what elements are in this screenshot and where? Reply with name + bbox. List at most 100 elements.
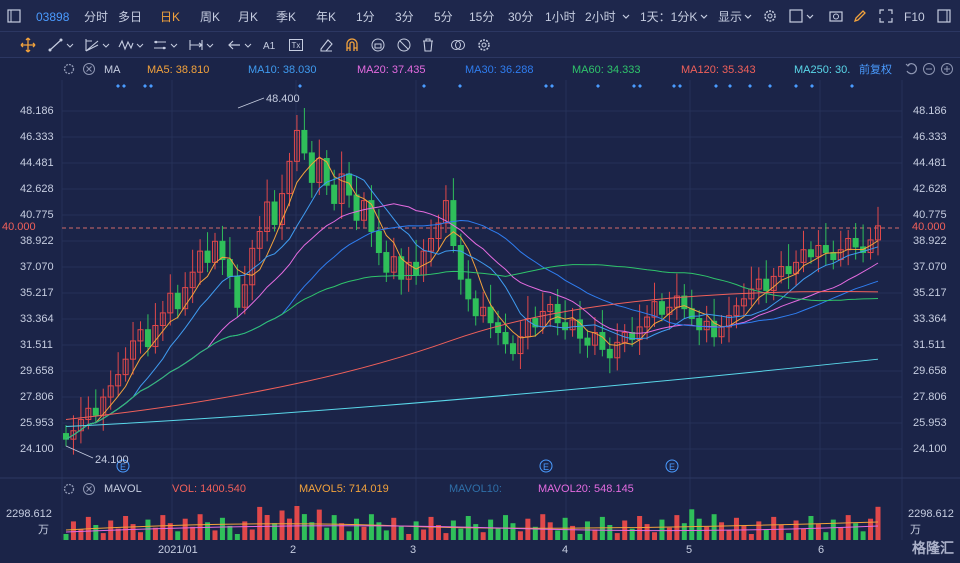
- volume-bar: [63, 534, 69, 540]
- signal-dot: [422, 84, 426, 88]
- y-tick-label: 48.186: [913, 105, 947, 117]
- y-tick-label: 37.070: [913, 261, 947, 273]
- signal-dot: [298, 84, 302, 88]
- volume-bar: [763, 529, 769, 540]
- volume-bar: [793, 520, 799, 540]
- volume-bar: [428, 516, 434, 540]
- y-tick-label: 27.806: [913, 391, 947, 403]
- candle-body: [606, 348, 613, 359]
- volume-bar: [294, 506, 300, 540]
- mavol10-value: MAVOL10:: [449, 483, 502, 495]
- current-price-right: 40.000: [912, 221, 946, 233]
- y-tick-label: 29.658: [20, 365, 54, 377]
- candle-body: [174, 292, 181, 310]
- candle-body: [785, 266, 792, 275]
- signal-dot: [850, 84, 854, 88]
- volume-bar: [614, 533, 620, 540]
- candle-body: [234, 275, 241, 308]
- candle-body: [346, 173, 353, 196]
- candle-body: [465, 278, 472, 300]
- volume-bar: [860, 531, 866, 540]
- candle-body: [852, 238, 859, 248]
- volume-bar: [413, 521, 419, 540]
- signal-dot: [714, 84, 718, 88]
- volume-bar: [786, 533, 792, 540]
- candle-body: [658, 301, 665, 315]
- volume-bar: [391, 517, 397, 540]
- candle-body: [509, 343, 516, 355]
- candle-body: [763, 278, 770, 291]
- signal-dot: [678, 84, 682, 88]
- y-tick-label: 38.922: [20, 235, 54, 247]
- candle-body: [331, 184, 338, 204]
- candle-body: [204, 250, 211, 263]
- x-label-may: 5: [686, 544, 693, 556]
- volume-bar: [726, 530, 732, 540]
- volume-bar: [70, 521, 76, 540]
- vol-tick-left: 2298.612: [6, 508, 52, 520]
- volume-bar: [823, 532, 829, 540]
- volume-bar: [875, 506, 881, 540]
- y-tick-label: 33.364: [20, 313, 54, 325]
- signal-dot: [122, 84, 126, 88]
- signal-dot: [149, 84, 153, 88]
- volume-bar: [652, 532, 658, 540]
- y-tick-label: 29.658: [913, 365, 947, 377]
- candle-body: [807, 249, 814, 258]
- volume-bar: [182, 518, 188, 540]
- candlestick-chart[interactable]: EEE: [0, 0, 960, 563]
- volume-bar: [577, 534, 583, 540]
- candle-body: [226, 259, 233, 277]
- volume-bar: [801, 528, 807, 540]
- volume-bar: [547, 522, 553, 540]
- volume-bar: [607, 525, 613, 540]
- volume-bar: [219, 517, 225, 540]
- volume-bar: [696, 518, 702, 540]
- candle-body: [584, 337, 591, 346]
- volume-bar: [324, 527, 330, 540]
- volume-bar: [346, 531, 352, 540]
- candle-body: [696, 317, 703, 331]
- y-tick-label: 24.100: [20, 443, 54, 455]
- vol-close-icon[interactable]: [82, 482, 96, 496]
- mavol20-line: [65, 525, 879, 533]
- volume-bar: [592, 529, 598, 540]
- volume-bar: [100, 533, 106, 540]
- signal-dot: [143, 84, 147, 88]
- volume-bar: [674, 515, 680, 540]
- candle-body: [502, 332, 509, 345]
- signal-dot: [672, 84, 676, 88]
- vol-settings-icon[interactable]: [62, 482, 76, 496]
- ma250-line: [65, 358, 879, 428]
- volume-bar: [644, 524, 650, 540]
- mavol5-value: MAVOL5: 714.019: [299, 483, 389, 495]
- signal-dot: [632, 84, 636, 88]
- candle-body: [450, 200, 457, 247]
- volume-bar: [748, 534, 754, 540]
- volume-bar: [503, 515, 509, 540]
- x-label-mar: 3: [410, 544, 417, 556]
- signal-dot: [116, 84, 120, 88]
- volume-bar: [145, 519, 151, 540]
- volume-bar: [815, 524, 821, 540]
- y-tick-label: 37.070: [20, 261, 54, 273]
- volume-bar: [398, 525, 404, 540]
- current-price-left: 40.000: [2, 221, 36, 233]
- x-label-feb: 2: [290, 544, 297, 556]
- high-pointer: [237, 97, 265, 109]
- signal-dot: [638, 84, 642, 88]
- volume-bar: [771, 516, 777, 540]
- volume-bar: [368, 514, 374, 540]
- volume-bar: [458, 528, 464, 540]
- volume-bar: [286, 518, 292, 540]
- ma-line: [65, 219, 879, 440]
- x-label-apr: 4: [562, 544, 569, 556]
- y-tick-label: 35.217: [20, 287, 54, 299]
- signal-dot: [544, 84, 548, 88]
- volume-bar: [309, 522, 315, 540]
- y-tick-label: 33.364: [913, 313, 947, 325]
- volume-bar: [361, 526, 367, 540]
- volume-bar: [160, 515, 166, 540]
- y-tick-label: 40.775: [20, 209, 54, 221]
- volume-bar: [264, 515, 270, 540]
